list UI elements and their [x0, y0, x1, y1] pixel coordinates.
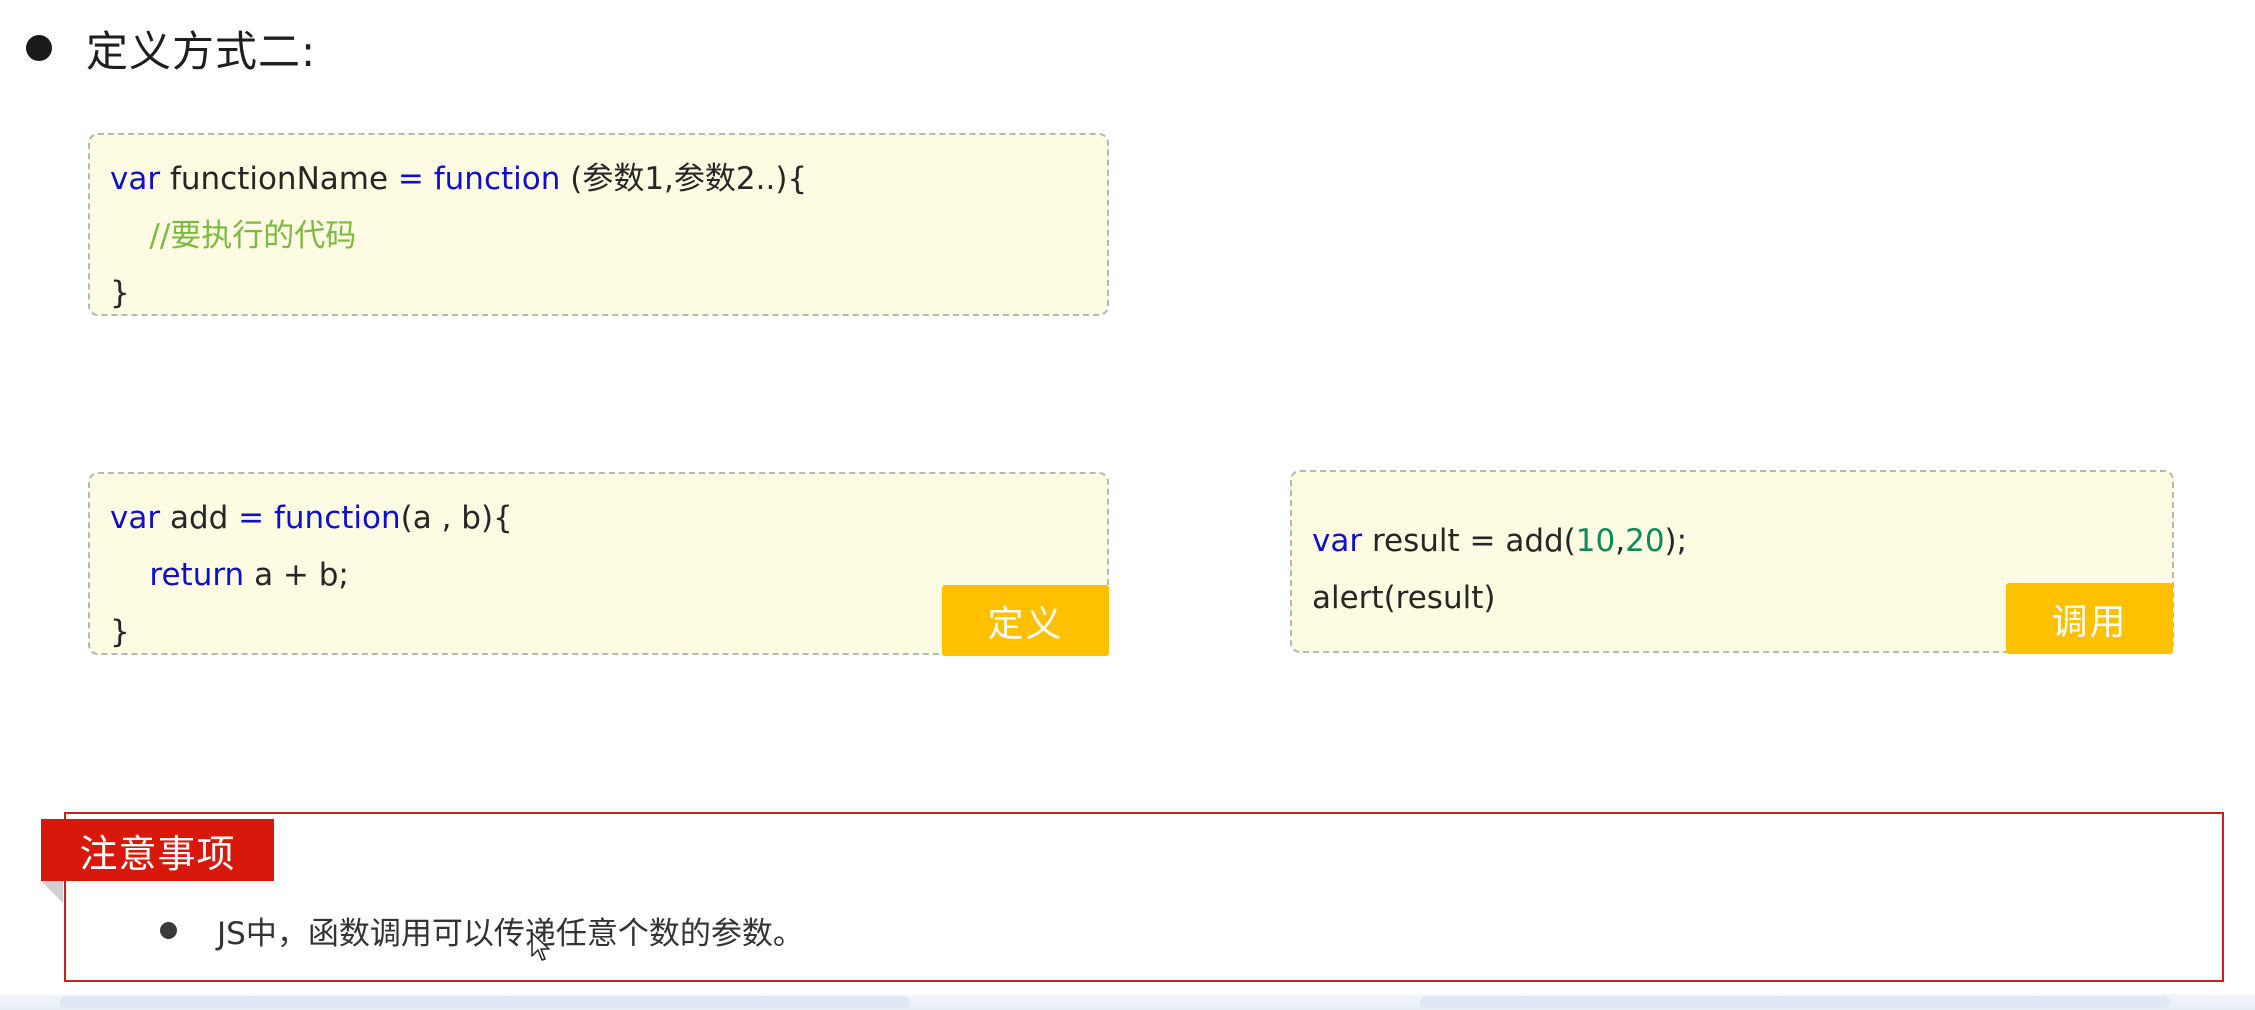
- return-expression: a + b;: [244, 557, 349, 593]
- note-box: [64, 812, 2224, 982]
- code-line: var functionName = function (参数1,参数2..){: [110, 151, 1107, 208]
- call-prefix: result = add(: [1362, 523, 1576, 559]
- note-title: 注意事项: [41, 819, 274, 881]
- function-name: functionName: [160, 161, 398, 197]
- note-list-item: JS中，函数调用可以传递任意个数的参数。: [160, 905, 804, 955]
- section-heading: 定义方式二:: [26, 16, 316, 80]
- code-line: var result = add(10,20);: [1312, 513, 2172, 570]
- heading-text: 定义方式二:: [86, 26, 317, 76]
- code-comment: //要执行的代码: [110, 218, 357, 254]
- syntax-code-block: var functionName = function (参数1,参数2..){…: [88, 133, 1109, 316]
- keyword-var: var: [110, 500, 161, 536]
- call-suffix: );: [1664, 523, 1688, 559]
- keyword-var: var: [110, 161, 161, 197]
- params: (参数1,参数2..){: [560, 161, 808, 197]
- slide: 定义方式二: var functionName = function (参数1,…: [0, 0, 2255, 1010]
- define-tag: 定义: [942, 585, 1109, 656]
- number-literal: 10: [1575, 523, 1616, 559]
- bullet-icon: [26, 35, 52, 61]
- params: (a , b){: [400, 500, 513, 536]
- code-line: }: [110, 275, 130, 311]
- number-literal: 20: [1625, 523, 1665, 559]
- comma: ,: [1615, 523, 1626, 559]
- code-line: //要执行的代码: [110, 208, 1107, 265]
- keyword-var: var: [1312, 523, 1363, 559]
- code-line: var add = function(a , b){: [110, 490, 1107, 547]
- function-name: add: [160, 500, 239, 536]
- mouse-pointer-icon: [531, 932, 550, 961]
- call-tag: 调用: [2006, 583, 2173, 654]
- keyword-function: = function: [397, 161, 561, 197]
- note-item-text: JS中，函数调用可以传递任意个数的参数。: [217, 915, 804, 952]
- keyword-function: = function: [238, 500, 401, 536]
- bullet-icon: [160, 921, 177, 939]
- bottom-decoration-strip: [0, 994, 2255, 1010]
- note-tag-fold: [41, 881, 63, 903]
- keyword-return: return: [149, 557, 245, 593]
